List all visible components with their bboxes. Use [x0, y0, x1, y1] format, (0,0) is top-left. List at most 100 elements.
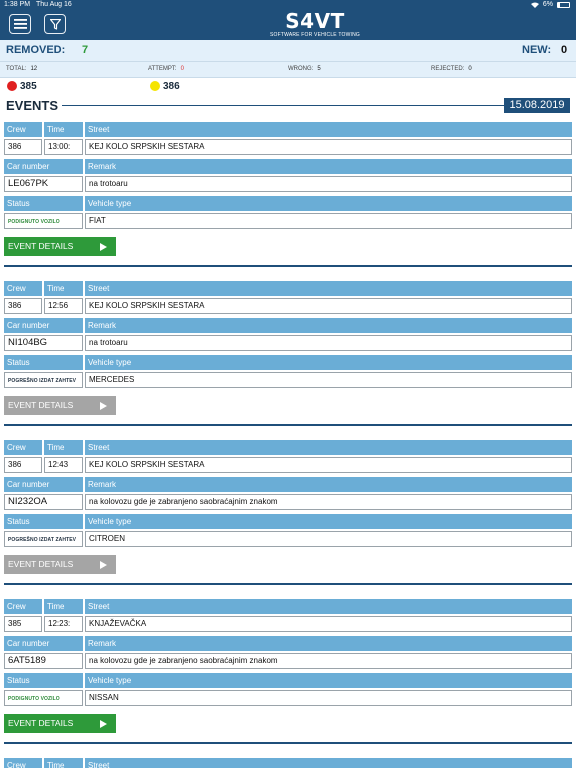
- street-header: Street: [85, 599, 572, 614]
- remark-value: na trotoaru: [85, 176, 572, 192]
- stat-rejected-label: REJECTED:: [431, 66, 465, 72]
- play-arrow-icon: [100, 402, 107, 410]
- battery-percent: 6%: [542, 1, 553, 8]
- street-header: Street: [85, 758, 572, 768]
- stat-wrong-value: 5: [317, 66, 321, 72]
- hamburger-menu-icon: [13, 19, 27, 29]
- stat-rejected-value: 0: [468, 66, 472, 72]
- crew-value: 385: [4, 616, 42, 632]
- time-header: Time: [44, 281, 83, 296]
- filter-button[interactable]: [44, 14, 66, 34]
- vehicle-type-value: CITROEN: [85, 531, 572, 547]
- remark-header: Remark: [85, 318, 572, 333]
- car-number-header: Car number: [4, 159, 83, 174]
- removed-label: REMOVED:: [6, 44, 66, 56]
- event-details-label: EVENT DETAILS: [8, 241, 74, 251]
- status-header: Status: [4, 355, 83, 370]
- crew-indicators: 385 386: [0, 78, 576, 94]
- event-details-label: EVENT DETAILS: [8, 718, 74, 728]
- vehicle-type-value: NISSAN: [85, 690, 572, 706]
- crew-value: 386: [4, 298, 42, 314]
- filter-funnel-icon: [49, 18, 61, 30]
- event-card: Crew Time Street: [0, 758, 576, 768]
- play-arrow-icon: [100, 720, 107, 728]
- event-details-button[interactable]: EVENT DETAILS: [4, 714, 116, 733]
- car-number-header: Car number: [4, 318, 83, 333]
- remark-value: na kolovozu gde je zabranjeno saobraćajn…: [85, 494, 572, 510]
- stat-wrong: WRONG: 5: [288, 66, 321, 72]
- stat-rejected: REJECTED: 0: [431, 66, 472, 72]
- street-header: Street: [85, 440, 572, 455]
- event-divider: [4, 424, 572, 426]
- car-number-header: Car number: [4, 477, 83, 492]
- crew-header: Crew: [4, 599, 42, 614]
- vehicle-type-header: Vehicle type: [85, 196, 572, 211]
- stat-attempt: ATTEMPT: 0: [148, 66, 184, 72]
- event-details-button[interactable]: EVENT DETAILS: [4, 396, 116, 415]
- event-divider: [4, 265, 572, 267]
- event-card: Crew Time Street 386 12:43 KEJ KOLO SRPS…: [0, 440, 576, 600]
- event-details-button[interactable]: EVENT DETAILS: [4, 555, 116, 574]
- event-card: Crew Time Street 386 12:56 KEJ KOLO SRPS…: [0, 281, 576, 441]
- status-badge: POGREŠNO IZDAT ZAHTEV: [8, 537, 77, 543]
- status-header: Status: [4, 673, 83, 688]
- time-header: Time: [44, 599, 83, 614]
- logo-subtitle: SOFTWARE FOR VEHICLE TOWING: [269, 32, 361, 38]
- crew-header: Crew: [4, 440, 42, 455]
- vehicle-type-header: Vehicle type: [85, 673, 572, 688]
- street-value: KEJ KOLO SRPSKIH SESTARA: [85, 139, 572, 155]
- status-value: POGREŠNO IZDAT ZAHTEV: [4, 372, 83, 388]
- stat-total: TOTAL: 12: [6, 66, 37, 72]
- status-badge: POGREŠNO IZDAT ZAHTEV: [8, 378, 77, 384]
- stat-attempt-value: 0: [180, 66, 184, 72]
- remark-header: Remark: [85, 159, 572, 174]
- time-value: 13:00:: [44, 139, 83, 155]
- remark-value: na kolovozu gde je zabranjeno saobraćajn…: [85, 653, 572, 669]
- status-value: POGREŠNO IZDAT ZAHTEV: [4, 531, 83, 547]
- vehicle-type-value: FIAT: [85, 213, 572, 229]
- battery-icon: [557, 1, 570, 8]
- wifi-icon: [530, 2, 539, 8]
- street-value: KNJAŽEVAČKA: [85, 616, 572, 632]
- event-card: Crew Time Street 386 13:00: KEJ KOLO SRP…: [0, 122, 576, 282]
- summary-panel: REMOVED: 7 NEW: 0 TOTAL: 12 ATTEMPT: 0 WRO…: [0, 40, 576, 78]
- crew-dot-red-icon: [7, 81, 17, 91]
- app-logo: S4VT SOFTWARE FOR VEHICLE TOWING: [260, 11, 370, 38]
- remark-header: Remark: [85, 477, 572, 492]
- crew-header: Crew: [4, 122, 42, 137]
- vehicle-type-value: MERCEDES: [85, 372, 572, 388]
- time-value: 12:23:: [44, 616, 83, 632]
- time-header: Time: [44, 758, 83, 768]
- crew-header: Crew: [4, 758, 42, 768]
- new-label: NEW:: [522, 44, 552, 56]
- status-badge: PODIGNUTO VOZILO: [8, 696, 60, 702]
- status-time: 1:38 PM: [4, 1, 31, 8]
- vehicle-type-header: Vehicle type: [85, 514, 572, 529]
- menu-button[interactable]: [9, 14, 31, 34]
- event-divider: [4, 742, 572, 744]
- event-details-button[interactable]: EVENT DETAILS: [4, 237, 116, 256]
- stat-wrong-label: WRONG:: [288, 66, 314, 72]
- crew-dot-yellow-icon: [150, 81, 160, 91]
- car-number-value: NI232OA: [4, 494, 83, 510]
- summary-divider: [0, 61, 576, 62]
- remark-header: Remark: [85, 636, 572, 651]
- event-card: Crew Time Street 385 12:23: KNJAŽEVAČKA …: [0, 599, 576, 759]
- time-value: 12:56: [44, 298, 83, 314]
- remark-value: na trotoaru: [85, 335, 572, 351]
- new-count: 0: [561, 44, 568, 56]
- play-arrow-icon: [100, 243, 107, 251]
- street-value: KEJ KOLO SRPSKIH SESTARA: [85, 298, 572, 314]
- crew-value: 386: [4, 139, 42, 155]
- removed-count: 7: [82, 44, 89, 56]
- crew-number: 386: [163, 81, 180, 92]
- car-number-header: Car number: [4, 636, 83, 651]
- play-arrow-icon: [100, 561, 107, 569]
- event-details-label: EVENT DETAILS: [8, 559, 74, 569]
- event-divider: [4, 583, 572, 585]
- street-value: KEJ KOLO SRPSKIH SESTARA: [85, 457, 572, 473]
- app-header: 1:38 PM Thu Aug 16 6% S4VT SOFTWARE FOR …: [0, 0, 576, 40]
- street-header: Street: [85, 122, 572, 137]
- status-right: 6%: [530, 1, 570, 8]
- events-date-badge[interactable]: 15.08.2019: [504, 98, 570, 113]
